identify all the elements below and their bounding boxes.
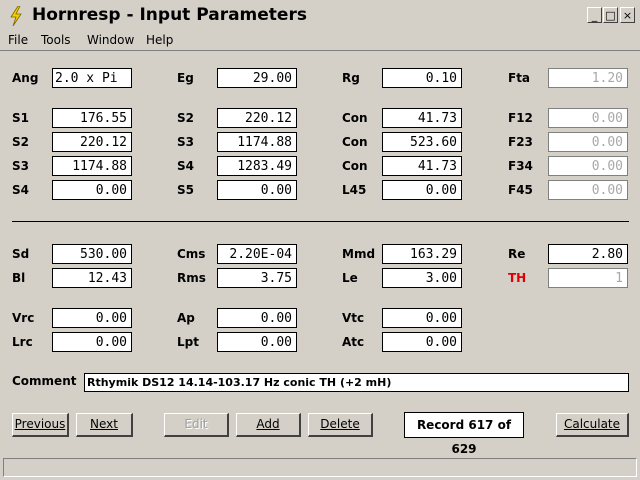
s2-label-col2: S2: [177, 111, 194, 125]
eg-field[interactable]: 29.00: [217, 68, 297, 88]
s5-label: S5: [177, 183, 194, 197]
menu-tools[interactable]: Tools: [41, 33, 71, 47]
next-button[interactable]: Next: [76, 413, 133, 437]
fta-field: 1.20: [548, 68, 628, 88]
atc-label: Atc: [342, 335, 365, 349]
bl-field[interactable]: 12.43: [52, 268, 132, 288]
ap-label: Ap: [177, 311, 195, 325]
l45-label: L45: [342, 183, 367, 197]
window-title: Hornresp - Input Parameters: [32, 5, 307, 25]
con3-field[interactable]: 41.73: [382, 156, 462, 176]
sd-label: Sd: [12, 247, 30, 261]
sd-field[interactable]: 530.00: [52, 244, 132, 264]
menu-window[interactable]: Window: [87, 33, 134, 47]
s1-field[interactable]: 176.55: [52, 108, 132, 128]
cms-label: Cms: [177, 247, 206, 261]
s4-label: S4: [12, 183, 29, 197]
s2-field-col2[interactable]: 220.12: [217, 108, 297, 128]
con2-field[interactable]: 523.60: [382, 132, 462, 152]
lpt-field[interactable]: 0.00: [217, 332, 297, 352]
calculate-button[interactable]: Calculate: [556, 413, 629, 437]
mmd-field[interactable]: 163.29: [382, 244, 462, 264]
con1-field[interactable]: 41.73: [382, 108, 462, 128]
lrc-label: Lrc: [12, 335, 33, 349]
l45-field[interactable]: 0.00: [382, 180, 462, 200]
status-bar: [3, 458, 637, 477]
rg-field[interactable]: 0.10: [382, 68, 462, 88]
ang-field[interactable]: 2.0 x Pi: [52, 68, 132, 88]
s1-label: S1: [12, 111, 29, 125]
s2-label: S2: [12, 135, 29, 149]
th-field: 1: [548, 268, 628, 288]
re-label: Re: [508, 247, 526, 261]
vrc-field[interactable]: 0.00: [52, 308, 132, 328]
ap-field[interactable]: 0.00: [217, 308, 297, 328]
s3-label: S3: [12, 159, 29, 173]
edit-button[interactable]: Edit: [164, 413, 229, 437]
f23-field: 0.00: [548, 132, 628, 152]
s4-field-col2[interactable]: 1283.49: [217, 156, 297, 176]
con1-label: Con: [342, 111, 368, 125]
comment-label: Comment: [12, 374, 77, 388]
lpt-label: Lpt: [177, 335, 199, 349]
rg-label: Rg: [342, 71, 360, 85]
close-button[interactable]: ×: [620, 7, 635, 23]
section-divider: [12, 221, 629, 222]
th-label: TH: [508, 271, 527, 285]
comment-field[interactable]: Rthymik DS12 14.14-103.17 Hz conic TH (+…: [84, 373, 629, 392]
lrc-field[interactable]: 0.00: [52, 332, 132, 352]
cms-field[interactable]: 2.20E-04: [217, 244, 297, 264]
vtc-label: Vtc: [342, 311, 365, 325]
f45-field: 0.00: [548, 180, 628, 200]
s4-label-col2: S4: [177, 159, 194, 173]
ang-label: Ang: [12, 71, 39, 85]
f12-label: F12: [508, 111, 533, 125]
add-button[interactable]: Add: [236, 413, 301, 437]
menu-help[interactable]: Help: [146, 33, 173, 47]
record-counter: Record 617 of 629: [404, 412, 524, 456]
s3-label-col2: S3: [177, 135, 194, 149]
minimize-button[interactable]: _: [587, 7, 602, 23]
fta-label: Fta: [508, 71, 531, 85]
lightning-bolt-icon: [10, 6, 22, 26]
le-label: Le: [342, 271, 358, 285]
f12-field: 0.00: [548, 108, 628, 128]
mmd-label: Mmd: [342, 247, 376, 261]
s3-field[interactable]: 1174.88: [52, 156, 132, 176]
re-field[interactable]: 2.80: [548, 244, 628, 264]
le-field[interactable]: 3.00: [382, 268, 462, 288]
con3-label: Con: [342, 159, 368, 173]
rms-label: Rms: [177, 271, 206, 285]
vrc-label: Vrc: [12, 311, 35, 325]
s3-field-col2[interactable]: 1174.88: [217, 132, 297, 152]
delete-button[interactable]: Delete: [308, 413, 373, 437]
eg-label: Eg: [177, 71, 194, 85]
maximize-button[interactable]: □: [603, 7, 618, 23]
bl-label: Bl: [12, 271, 26, 285]
f45-label: F45: [508, 183, 533, 197]
rms-field[interactable]: 3.75: [217, 268, 297, 288]
s4-field[interactable]: 0.00: [52, 180, 132, 200]
title-bar: Hornresp - Input Parameters _ □ ×: [0, 0, 640, 32]
previous-button[interactable]: Previous: [12, 413, 69, 437]
s2-field[interactable]: 220.12: [52, 132, 132, 152]
menu-bar: File Tools Window Help: [0, 32, 640, 50]
menu-file[interactable]: File: [8, 33, 28, 47]
vtc-field[interactable]: 0.00: [382, 308, 462, 328]
f23-label: F23: [508, 135, 533, 149]
s5-field[interactable]: 0.00: [217, 180, 297, 200]
f34-label: F34: [508, 159, 533, 173]
f34-field: 0.00: [548, 156, 628, 176]
atc-field[interactable]: 0.00: [382, 332, 462, 352]
con2-label: Con: [342, 135, 368, 149]
